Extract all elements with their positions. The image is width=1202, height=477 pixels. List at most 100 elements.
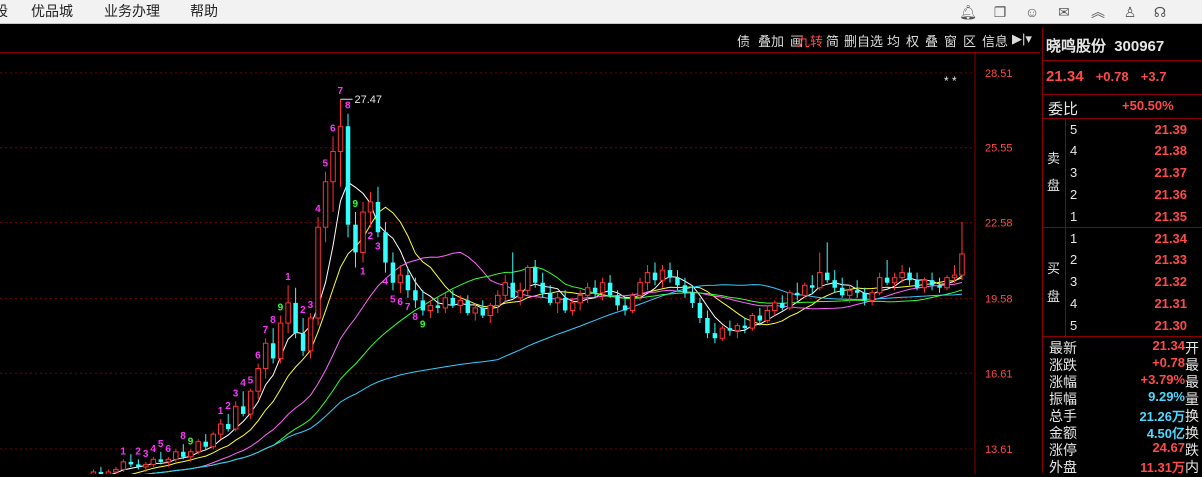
sell-level: 2 — [1070, 187, 1078, 202]
quote-panel: 晓鸣股份 300967 21.34 +0.78 +3.7 委比 +50.50% … — [1042, 28, 1202, 475]
sell-label-2: 盘 — [1047, 178, 1061, 193]
stat-value: +3.79% — [1140, 372, 1185, 387]
candle-body — [712, 333, 718, 339]
candle-body — [787, 292, 793, 309]
buy-price[interactable]: 21.30 — [1129, 318, 1187, 333]
toolbar-remove-watchlist[interactable]: 删自选 — [844, 31, 883, 50]
candle-body — [435, 305, 441, 308]
toolbar-range[interactable]: 区 — [963, 31, 976, 50]
candle-body — [532, 267, 538, 283]
nine-turn-mark: 3 — [233, 388, 239, 399]
price-change-pct: +3.7 — [1140, 69, 1167, 84]
candle-body — [719, 327, 726, 339]
wei-bi-label: 委比 — [1048, 101, 1079, 118]
toolbar-rights[interactable]: 权 — [906, 31, 919, 50]
nine-turn-mark: 6 — [330, 123, 336, 134]
y-tick-label: 19.58 — [985, 293, 1013, 305]
candle-body — [547, 292, 553, 303]
buy-price[interactable]: 21.33 — [1129, 252, 1187, 267]
toolbar-overlay[interactable]: 叠加 — [758, 31, 784, 50]
nine-turn-mark: 3 — [143, 449, 149, 460]
candle-body — [727, 328, 733, 331]
candle-body — [562, 297, 568, 311]
toolbar-bond[interactable]: 债 — [737, 31, 750, 50]
candle-body — [128, 461, 134, 465]
toolbar-info[interactable]: 信息 — [982, 31, 1008, 50]
candle-body — [607, 282, 613, 296]
sell-price[interactable]: 21.37 — [1129, 165, 1187, 180]
toolbar-simple[interactable]: 简 — [826, 31, 839, 50]
candle-body — [472, 307, 479, 314]
candle-body — [524, 267, 531, 291]
candle-body — [353, 224, 358, 253]
shirt-icon[interactable]: ♙ — [1120, 2, 1140, 22]
nine-turn-mark: 8 — [180, 431, 186, 442]
candle-body — [832, 280, 837, 288]
nine-turn-mark: 4 — [240, 378, 246, 389]
toolbar-nine-turn[interactable]: 九转 — [797, 31, 823, 50]
candle-body — [450, 297, 456, 306]
candle-body — [247, 390, 254, 415]
candle-body — [629, 294, 636, 311]
candle-body — [929, 280, 935, 286]
collapse-panel-icon[interactable]: ▶|▾ — [1012, 31, 1032, 47]
nine-turn-mark: 4 — [150, 444, 156, 455]
nine-turn-mark: 1 — [120, 446, 126, 457]
buy-price[interactable]: 21.34 — [1129, 231, 1187, 246]
nine-turn-mark: 6 — [255, 350, 261, 361]
menu-mall[interactable]: 优品城 — [31, 1, 73, 21]
y-tick-label: 22.58 — [985, 218, 1013, 230]
divider — [1043, 60, 1202, 61]
candle-body — [315, 226, 321, 319]
toolbar-stack[interactable]: 叠 — [925, 31, 938, 50]
candle-body — [884, 277, 890, 283]
candle-body — [293, 302, 298, 334]
sell-price[interactable]: 21.39 — [1129, 122, 1187, 137]
nine-turn-mark: 5 — [390, 294, 396, 305]
toolbar-window[interactable]: 窗 — [944, 31, 957, 50]
candle-body — [487, 304, 494, 317]
candle-body — [345, 126, 351, 225]
sell-price[interactable]: 21.35 — [1129, 209, 1187, 224]
menu-business[interactable]: 业务办理 — [104, 1, 160, 21]
kline-chart[interactable]: 28.51 25.55 22.58 19.58 16.61 13.61 27.47 1 2 3 4 5… — [0, 52, 1040, 474]
y-tick-label: 25.55 — [985, 143, 1013, 155]
candle-body — [937, 285, 942, 288]
nine-turn-mark: 3 — [375, 241, 381, 252]
stat-value: 9.29% — [1148, 389, 1185, 404]
bell-icon[interactable]: 🔔︎ — [958, 2, 978, 22]
sell-price[interactable]: 21.36 — [1129, 187, 1187, 202]
candle-body — [839, 287, 845, 296]
buy-price[interactable]: 21.32 — [1129, 274, 1187, 289]
candle-body — [772, 302, 778, 311]
menu-stock[interactable]: 股 — [0, 1, 8, 21]
toolbar-ma[interactable]: 均 — [887, 31, 900, 50]
nine-turn-mark: 1 — [360, 267, 366, 278]
candle-body — [457, 299, 464, 306]
sell-price[interactable]: 21.38 — [1129, 143, 1187, 158]
current-price: 21.34 — [1046, 68, 1084, 85]
candle-body — [307, 317, 314, 352]
collapse-up-icon[interactable]: ︽ — [1088, 2, 1108, 22]
candle-body — [150, 458, 157, 465]
candle-body — [816, 272, 823, 289]
candle-body — [360, 211, 366, 253]
mail-icon[interactable]: ✉ — [1054, 2, 1074, 22]
candle-body — [188, 451, 194, 458]
menu-help[interactable]: 帮助 — [190, 1, 218, 21]
candle-body — [891, 277, 898, 284]
headset-icon[interactable]: ☊ — [1150, 2, 1170, 22]
candle-body — [420, 300, 426, 311]
buy-price[interactable]: 21.31 — [1129, 296, 1187, 311]
candle-body — [652, 272, 658, 281]
user-icon[interactable]: ☺ — [1022, 2, 1042, 22]
nine-turn-mark: 3 — [308, 300, 314, 311]
candle-body — [675, 277, 680, 286]
nine-turn-mark: 6 — [165, 444, 171, 455]
nine-turn-mark: 5 — [323, 159, 329, 170]
nine-turn-mark: 5 — [158, 439, 164, 450]
window-icon[interactable]: ❐ — [990, 2, 1010, 22]
candle-body — [622, 305, 628, 311]
candle-body — [181, 451, 186, 457]
candle-body — [375, 201, 381, 233]
